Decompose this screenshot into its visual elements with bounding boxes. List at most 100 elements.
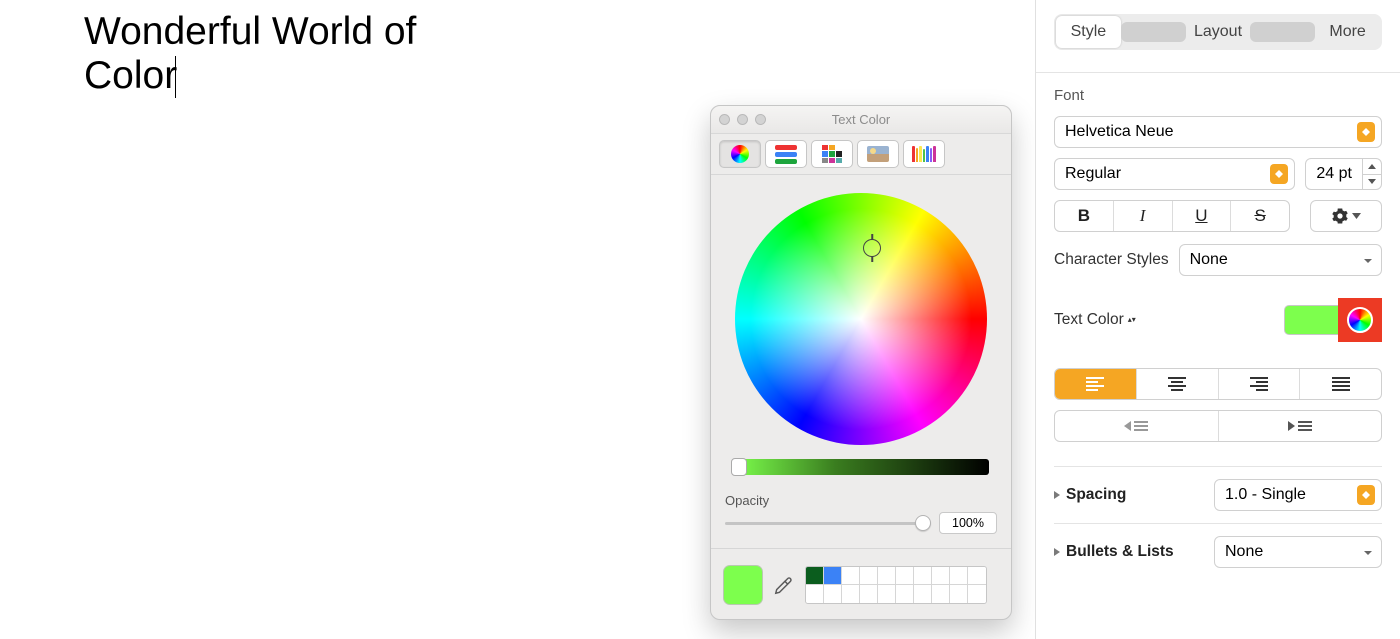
decrease-indent-button[interactable] [1055, 411, 1219, 441]
stepper-down[interactable] [1363, 175, 1381, 190]
picker-footer [711, 548, 1011, 619]
recent-color-empty[interactable] [878, 567, 896, 585]
align-center-button[interactable] [1137, 369, 1219, 399]
tab-more[interactable]: More [1315, 16, 1380, 48]
font-style-select[interactable]: Regular [1054, 158, 1295, 190]
tab-separator [1250, 22, 1315, 42]
align-center-icon [1168, 377, 1186, 391]
tab-layout[interactable]: Layout [1186, 16, 1251, 48]
mode-image[interactable] [857, 140, 899, 168]
chevron-updown-icon [1357, 122, 1375, 142]
character-styles-select[interactable]: None [1179, 244, 1382, 276]
document-text-content: Wonderful World of Color [84, 10, 416, 97]
window-controls [719, 114, 766, 125]
divider [1036, 72, 1400, 73]
sliders-icon [775, 145, 797, 164]
color-wheel[interactable] [735, 193, 987, 445]
opacity-section: Opacity 100% [711, 483, 1011, 534]
recent-color-1[interactable] [806, 567, 824, 585]
stepper-up[interactable] [1363, 159, 1381, 175]
font-style-value: Regular [1065, 165, 1121, 183]
recent-color-empty[interactable] [914, 585, 932, 603]
align-left-icon [1086, 377, 1104, 391]
close-button[interactable] [719, 114, 730, 125]
bullets-row: Bullets & Lists None [1054, 523, 1382, 580]
spacing-select[interactable]: 1.0 - Single [1214, 479, 1382, 511]
tab-style[interactable]: Style [1056, 16, 1121, 48]
recent-color-empty[interactable] [842, 567, 860, 585]
format-inspector: Style Layout More Font Helvetica Neue Re… [1035, 0, 1400, 639]
opacity-knob[interactable] [915, 515, 931, 531]
recent-colors-grid[interactable] [805, 566, 987, 604]
underline-button[interactable]: U [1173, 201, 1232, 231]
bullets-disclosure[interactable]: Bullets & Lists [1054, 543, 1174, 561]
document-text[interactable]: Wonderful World of Color [84, 10, 519, 98]
text-align-group [1054, 368, 1382, 400]
recent-color-empty[interactable] [824, 585, 842, 603]
font-family-select[interactable]: Helvetica Neue [1054, 116, 1382, 148]
image-icon [867, 146, 889, 162]
minimize-button[interactable] [737, 114, 748, 125]
strikethrough-button[interactable]: S [1231, 201, 1289, 231]
text-color-swatch[interactable] [1284, 305, 1338, 335]
opacity-label: Opacity [725, 493, 997, 508]
opacity-value-field[interactable]: 100% [939, 512, 997, 534]
text-color-label[interactable]: Text Color ▴▾ [1054, 311, 1136, 329]
palette-icon [822, 145, 842, 163]
recent-color-empty[interactable] [968, 585, 986, 603]
chevron-down-icon [1361, 542, 1375, 562]
zoom-button[interactable] [755, 114, 766, 125]
mode-sliders[interactable] [765, 140, 807, 168]
character-styles-value: None [1190, 251, 1228, 269]
recent-color-empty[interactable] [806, 585, 824, 603]
recent-color-empty[interactable] [860, 567, 878, 585]
advanced-options-button[interactable] [1310, 200, 1382, 232]
recent-color-empty[interactable] [860, 585, 878, 603]
color-wheel-cursor[interactable] [863, 239, 881, 257]
inspector-tabs: Style Layout More [1054, 14, 1382, 50]
brightness-slider[interactable] [733, 459, 989, 475]
current-color-swatch[interactable] [723, 565, 763, 605]
recent-color-empty[interactable] [914, 567, 932, 585]
recent-color-empty[interactable] [932, 567, 950, 585]
color-picker-titlebar[interactable]: Text Color [711, 106, 1011, 134]
color-picker-window[interactable]: Text Color Opacity 100% [710, 105, 1012, 620]
spacing-disclosure[interactable]: Spacing [1054, 486, 1126, 504]
mode-color-wheel[interactable] [719, 140, 761, 168]
brightness-knob[interactable] [731, 458, 747, 476]
align-left-button[interactable] [1055, 369, 1137, 399]
recent-color-empty[interactable] [968, 567, 986, 585]
spacing-row: Spacing 1.0 - Single [1054, 466, 1382, 523]
mode-palettes[interactable] [811, 140, 853, 168]
color-wheel-button[interactable] [1338, 298, 1382, 342]
recent-color-empty[interactable] [842, 585, 860, 603]
italic-button[interactable]: I [1114, 201, 1173, 231]
recent-color-empty[interactable] [896, 585, 914, 603]
font-size-field[interactable]: 24 pt [1305, 158, 1382, 190]
align-right-button[interactable] [1219, 369, 1301, 399]
chevron-down-icon [1361, 250, 1375, 270]
increase-indent-icon [1288, 421, 1312, 431]
align-justify-icon [1332, 377, 1350, 391]
align-justify-button[interactable] [1300, 369, 1381, 399]
bullets-select[interactable]: None [1214, 536, 1382, 568]
recent-color-empty[interactable] [896, 567, 914, 585]
color-wheel-icon [1347, 307, 1373, 333]
chevron-updown-icon [1270, 164, 1288, 184]
bold-button[interactable]: B [1055, 201, 1114, 231]
eyedropper-icon[interactable] [773, 574, 795, 596]
recent-color-empty[interactable] [950, 567, 968, 585]
recent-color-empty[interactable] [932, 585, 950, 603]
chevron-down-icon [1352, 213, 1361, 219]
increase-indent-button[interactable] [1219, 411, 1382, 441]
recent-color-empty[interactable] [878, 585, 896, 603]
text-caret [175, 56, 176, 98]
font-section-label: Font [1054, 87, 1382, 104]
character-styles-label: Character Styles [1054, 251, 1169, 269]
tab-separator [1121, 22, 1186, 42]
opacity-slider[interactable] [725, 522, 931, 525]
recent-color-2[interactable] [824, 567, 842, 585]
font-size-stepper [1362, 159, 1381, 189]
recent-color-empty[interactable] [950, 585, 968, 603]
mode-pencils[interactable] [903, 140, 945, 168]
